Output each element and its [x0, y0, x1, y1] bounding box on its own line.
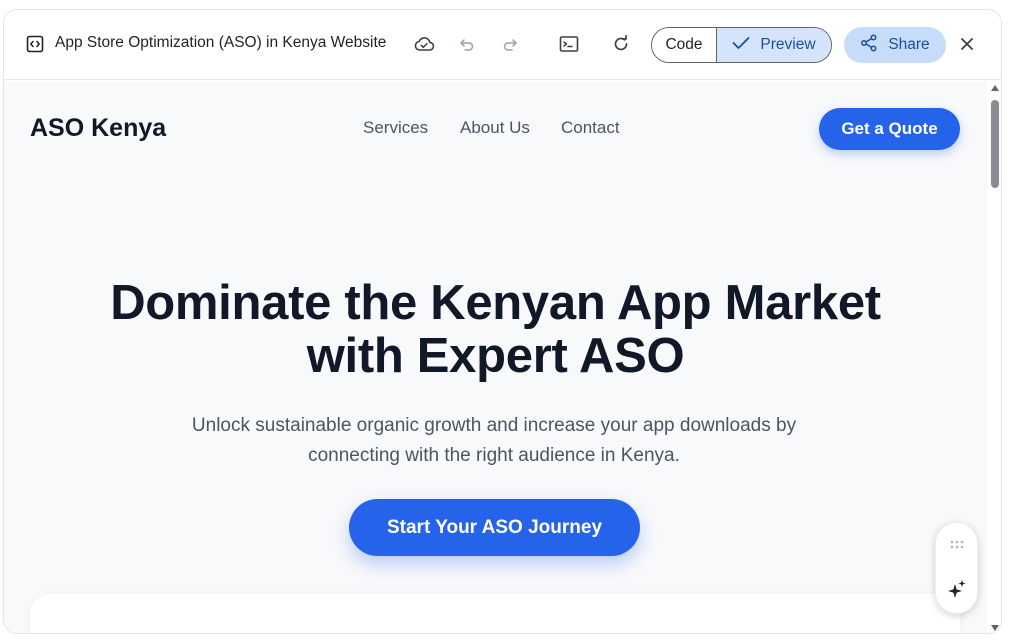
floating-tool-pill	[935, 522, 978, 614]
terminal-icon[interactable]	[554, 29, 584, 59]
drag-handle-icon[interactable]	[949, 538, 965, 550]
share-label: Share	[888, 36, 930, 53]
nav-link-services[interactable]: Services	[363, 118, 428, 138]
hero-title-line: Dominate the Kenyan App Market	[110, 276, 881, 330]
refresh-icon[interactable]	[606, 29, 636, 59]
check-icon	[732, 36, 750, 55]
hero-subtitle: Unlock sustainable organic growth and in…	[149, 411, 839, 471]
hero-title-line: with Expert ASO	[306, 329, 685, 383]
app-window: App Store Optimization (ASO) in Kenya We…	[3, 9, 1002, 634]
website-preview: ASO Kenya Services About Us Contact Get …	[4, 81, 987, 633]
cloud-icon[interactable]	[409, 29, 439, 59]
close-icon[interactable]	[953, 30, 981, 58]
code-document-icon	[26, 35, 44, 53]
get-a-quote-button[interactable]: Get a Quote	[819, 108, 960, 150]
scroll-up-icon[interactable]	[991, 85, 999, 91]
share-icon	[860, 34, 878, 57]
scroll-down-icon[interactable]	[991, 625, 999, 631]
code-preview-toggle: Code Preview	[651, 27, 832, 63]
start-aso-journey-button[interactable]: Start Your ASO Journey	[349, 499, 640, 556]
site-brand[interactable]: ASO Kenya	[30, 114, 166, 143]
nav-link-contact[interactable]: Contact	[561, 118, 620, 138]
hero-title: Dominate the Kenyan App Market with Expe…	[4, 277, 987, 383]
code-tab[interactable]: Code	[652, 28, 717, 62]
redo-icon[interactable]	[495, 29, 525, 59]
document-title: App Store Optimization (ASO) in Kenya We…	[55, 34, 387, 51]
preview-scrollbar[interactable]	[987, 81, 1001, 633]
content-card	[30, 594, 960, 633]
share-button[interactable]: Share	[844, 27, 946, 63]
undo-icon[interactable]	[452, 29, 482, 59]
top-toolbar: App Store Optimization (ASO) in Kenya We…	[4, 10, 1001, 80]
preview-tab[interactable]: Preview	[717, 28, 831, 62]
sparkle-icon[interactable]	[947, 579, 967, 599]
hero-subtitle-line: connecting with the right audience in Ke…	[308, 445, 680, 466]
hero-subtitle-line: Unlock sustainable organic growth and in…	[191, 415, 797, 436]
nav-link-about-us[interactable]: About Us	[460, 118, 530, 138]
preview-tab-label: Preview	[760, 36, 816, 53]
scroll-thumb[interactable]	[991, 100, 999, 188]
